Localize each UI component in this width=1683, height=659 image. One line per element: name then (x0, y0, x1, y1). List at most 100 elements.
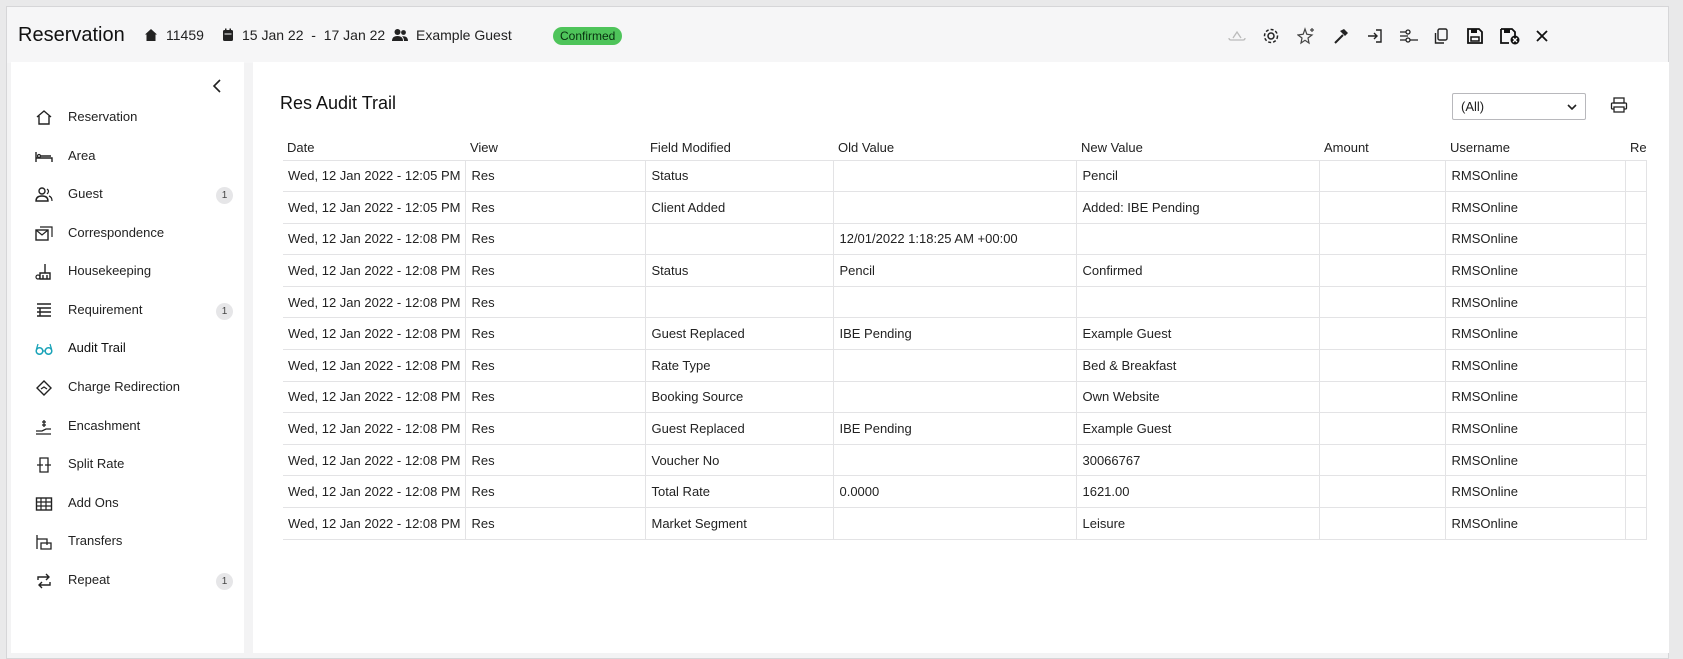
sidebar-item-label: Requirement (68, 302, 143, 317)
gear-icon[interactable] (1259, 24, 1283, 48)
cell-re (1625, 254, 1648, 287)
sidebar-item-split-rate[interactable]: Split Rate (11, 449, 244, 479)
filter-select[interactable]: (All) (1452, 93, 1586, 120)
cell-username: RMSOnline (1445, 285, 1627, 318)
table-row[interactable]: Wed, 12 Jan 2022 - 12:08 PM Res Guest Repl… (283, 317, 1648, 350)
cell-amount (1319, 507, 1447, 540)
housekeeping-icon (35, 264, 51, 280)
sidebar-item-requirement[interactable]: Requirement 1 (11, 295, 244, 325)
close-icon[interactable] (1530, 24, 1554, 48)
cell-old (833, 380, 1078, 413)
cell-re (1625, 380, 1648, 413)
column-header-old-value[interactable]: Old Value (834, 135, 1077, 160)
table-row[interactable]: Wed, 12 Jan 2022 - 12:08 PM Res Voucher No… (283, 443, 1648, 476)
cell-date: Wed, 12 Jan 2022 - 12:08 PM (283, 222, 467, 255)
cell-date: Wed, 12 Jan 2022 - 12:08 PM (283, 285, 467, 318)
date-range: 15 Jan 22 - 17 Jan 22 (222, 27, 385, 43)
save-icon[interactable] (1463, 24, 1487, 48)
cell-old (833, 285, 1078, 318)
cell-username: RMSOnline (1445, 443, 1627, 476)
cell-old: Pencil (833, 254, 1078, 287)
collapse-sidebar-icon[interactable] (210, 78, 226, 94)
table-row[interactable]: Wed, 12 Jan 2022 - 12:05 PM Res Client Add… (283, 191, 1648, 224)
cell-date: Wed, 12 Jan 2022 - 12:05 PM (283, 159, 467, 192)
audit-trail-table: Date View Field Modified Old Value New V… (283, 135, 1648, 540)
sidebar-item-label: Split Rate (68, 456, 125, 471)
copy-icon[interactable] (1429, 24, 1453, 48)
cell-date: Wed, 12 Jan 2022 - 12:08 PM (283, 443, 467, 476)
cell-username: RMSOnline (1445, 222, 1627, 255)
table-row[interactable]: Wed, 12 Jan 2022 - 12:08 PM Res Total Rate… (283, 475, 1648, 508)
cell-field: Status (645, 159, 835, 192)
cell-re (1625, 475, 1648, 508)
table-row[interactable]: Wed, 12 Jan 2022 - 12:08 PM Res RMSOnline (283, 285, 1648, 318)
sidebar-item-label: Repeat (68, 572, 110, 587)
transfer-icon (36, 535, 52, 550)
column-header-date[interactable]: Date (283, 135, 466, 160)
table-row[interactable]: Wed, 12 Jan 2022 - 12:08 PM Res Guest Repl… (283, 412, 1648, 445)
cell-date: Wed, 12 Jan 2022 - 12:08 PM (283, 380, 467, 413)
sidebar-item-housekeeping[interactable]: Housekeeping (11, 256, 244, 286)
column-header-username[interactable]: Username (1446, 135, 1626, 160)
property-id-value: 11459 (166, 27, 204, 43)
table-row[interactable]: Wed, 12 Jan 2022 - 12:08 PM Res 12/01/2022… (283, 222, 1648, 255)
sparkle-icon[interactable] (1294, 24, 1318, 48)
cell-old (833, 159, 1078, 192)
cell-field: Booking Source (645, 380, 835, 413)
print-icon[interactable] (1610, 96, 1630, 116)
cell-re (1625, 443, 1648, 476)
cell-re (1625, 222, 1648, 255)
save-close-icon[interactable] (1498, 24, 1522, 48)
column-header-new-value[interactable]: New Value (1077, 135, 1320, 160)
sidebar-item-guest[interactable]: Guest 1 (11, 179, 244, 209)
repeat-icon (37, 573, 51, 589)
cell-username: RMSOnline (1445, 380, 1627, 413)
column-header-view[interactable]: View (466, 135, 646, 160)
cell-new: Own Website (1076, 380, 1321, 413)
hammer-icon[interactable] (1329, 24, 1353, 48)
table-row[interactable]: Wed, 12 Jan 2022 - 12:08 PM Res Market Seg… (283, 507, 1648, 540)
cell-old (833, 349, 1078, 382)
cell-re (1625, 285, 1648, 318)
sign-in-icon[interactable] (1363, 24, 1387, 48)
sidebar-item-add-ons[interactable]: Add Ons (11, 488, 244, 518)
cell-field: Rate Type (645, 349, 835, 382)
column-header-re[interactable]: Re (1626, 135, 1647, 160)
sidebar-item-label: Reservation (68, 109, 138, 124)
cell-field: Client Added (645, 191, 835, 224)
sidebar-item-label: Correspondence (68, 225, 165, 240)
table-row[interactable]: Wed, 12 Jan 2022 - 12:05 PM Res Status Penc… (283, 159, 1648, 192)
column-header-field-modified[interactable]: Field Modified (646, 135, 834, 160)
table-body: Wed, 12 Jan 2022 - 12:05 PM Res Status Penc… (283, 159, 1648, 540)
sidebar-item-transfers[interactable]: Transfers (11, 526, 244, 556)
cell-old (833, 443, 1078, 476)
cell-username: RMSOnline (1445, 412, 1627, 445)
sliders-icon[interactable] (1397, 24, 1421, 48)
mail-icon (35, 226, 53, 241)
requirement-count-badge: 1 (216, 303, 233, 320)
cell-date: Wed, 12 Jan 2022 - 12:05 PM (283, 191, 467, 224)
sidebar-item-area[interactable]: Area (11, 141, 244, 171)
sidebar-item-correspondence[interactable]: Correspondence (11, 218, 244, 248)
table-row[interactable]: Wed, 12 Jan 2022 - 12:08 PM Res Booking So… (283, 380, 1648, 413)
column-header-amount[interactable]: Amount (1320, 135, 1446, 160)
cell-date: Wed, 12 Jan 2022 - 12:08 PM (283, 254, 467, 287)
sidebar-item-repeat[interactable]: Repeat 1 (11, 565, 244, 595)
cell-old (833, 191, 1078, 224)
sidebar-item-encashment[interactable]: Encashment (11, 411, 244, 441)
cell-amount (1319, 380, 1447, 413)
sidebar-item-audit-trail[interactable]: Audit Trail (11, 333, 244, 363)
sidebar-item-label: Area (68, 148, 96, 163)
cell-amount (1319, 285, 1447, 318)
table-row[interactable]: Wed, 12 Jan 2022 - 12:08 PM Res Status Penc… (283, 254, 1648, 287)
cloud-icon[interactable] (1225, 24, 1249, 48)
cell-view: Res (465, 254, 647, 287)
sidebar-item-charge-redirection[interactable]: Charge Redirection (11, 372, 244, 402)
repeat-count-badge: 1 (216, 573, 233, 590)
cell-date: Wed, 12 Jan 2022 - 12:08 PM (283, 349, 467, 382)
sidebar-item-reservation[interactable]: Reservation (11, 102, 244, 132)
cell-view: Res (465, 475, 647, 508)
cell-field: Market Segment (645, 507, 835, 540)
cell-re (1625, 412, 1648, 445)
table-row[interactable]: Wed, 12 Jan 2022 - 12:08 PM Res Rate Type B… (283, 349, 1648, 382)
